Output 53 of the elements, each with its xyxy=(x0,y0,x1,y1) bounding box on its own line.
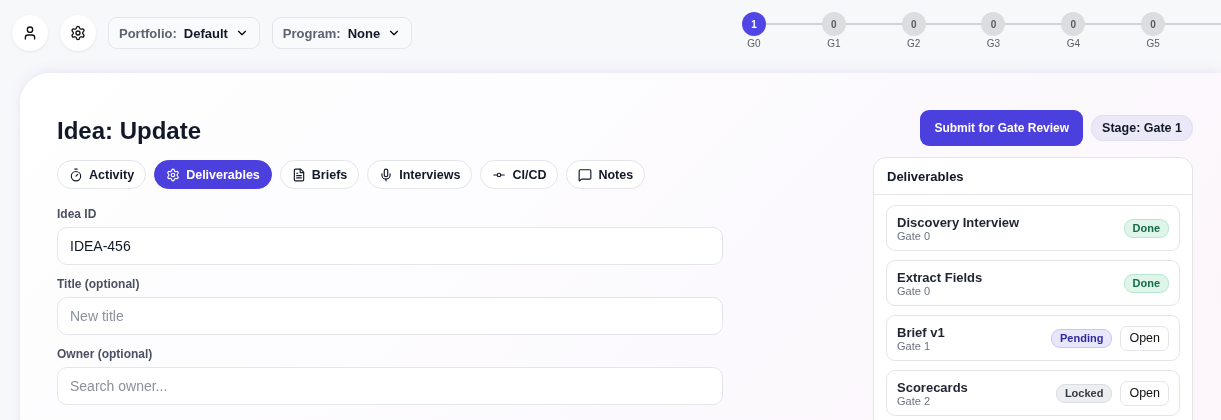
panel-title: Deliverables xyxy=(874,158,1192,195)
status-badge: Done xyxy=(1123,218,1169,238)
timer-icon xyxy=(69,167,83,182)
deliverable-name: Brief v1 xyxy=(897,324,946,340)
gate-label: G2 xyxy=(906,38,922,49)
deliverable-gate: Gate 2 xyxy=(897,394,932,407)
status-badge: Done xyxy=(1123,273,1169,293)
gear-icon xyxy=(166,167,181,182)
selector-dropdown[interactable]: Portfolio: Default xyxy=(108,17,260,49)
gate-step[interactable]: 0 xyxy=(981,12,1006,36)
deliverable-name: Extract Fields xyxy=(897,269,984,285)
page-title: Idea: Update xyxy=(57,117,203,146)
status-badge: Pending xyxy=(1051,328,1113,348)
status-badge: Locked xyxy=(1055,383,1113,403)
tab[interactable]: Deliverables xyxy=(154,160,272,189)
deliverable-name: Discovery Interview xyxy=(897,214,1021,230)
settings-icon xyxy=(70,25,86,41)
gate-label: G4 xyxy=(1065,38,1081,49)
profile-button[interactable] xyxy=(12,15,48,51)
speech-bubble-icon xyxy=(578,167,593,182)
input-field[interactable]: IDEA-456 xyxy=(57,227,723,265)
gate-label: G0 xyxy=(746,38,762,49)
deliverable-gate: Gate 0 xyxy=(897,229,931,242)
input-field[interactable]: New title xyxy=(57,297,723,335)
document-icon xyxy=(291,167,306,182)
gate-step[interactable]: 0 xyxy=(901,12,926,36)
deliverable-gate: Gate 1 xyxy=(897,339,932,352)
gate-label: G1 xyxy=(826,38,842,49)
open-button[interactable]: Open xyxy=(1120,380,1169,406)
gate-step[interactable]: 1 xyxy=(742,12,766,36)
deliverable-gate: Gate 0 xyxy=(897,284,932,297)
tab[interactable]: CI/CD xyxy=(480,160,559,189)
tab[interactable]: Briefs xyxy=(279,160,360,189)
open-button[interactable]: Open xyxy=(1120,325,1169,351)
gate-step[interactable]: 0 xyxy=(1141,12,1166,36)
tab[interactable]: Interviews xyxy=(367,160,473,189)
input-field[interactable]: Search owner... xyxy=(57,367,723,405)
stage-badge: Stage: Gate 1 xyxy=(1091,115,1193,141)
deliverable-name: Scorecards xyxy=(897,379,969,395)
tab[interactable]: Notes xyxy=(566,160,646,189)
tab[interactable]: Activity xyxy=(57,160,147,189)
submit-button[interactable]: Submit for Gate Review xyxy=(920,110,1084,146)
microphone-icon xyxy=(379,167,394,182)
gate-step[interactable]: 0 xyxy=(821,12,846,36)
user-icon xyxy=(22,25,38,41)
gate-label: G3 xyxy=(985,38,1002,49)
field-label: Title (optional) xyxy=(57,277,141,291)
gate-step[interactable]: 0 xyxy=(1061,12,1086,36)
field-label: Idea ID xyxy=(57,207,98,221)
selector-dropdown[interactable]: Program: None xyxy=(271,17,413,49)
field-label: Owner (optional) xyxy=(57,347,154,361)
settings-button[interactable] xyxy=(60,15,96,51)
gate-label: G5 xyxy=(1145,38,1161,49)
